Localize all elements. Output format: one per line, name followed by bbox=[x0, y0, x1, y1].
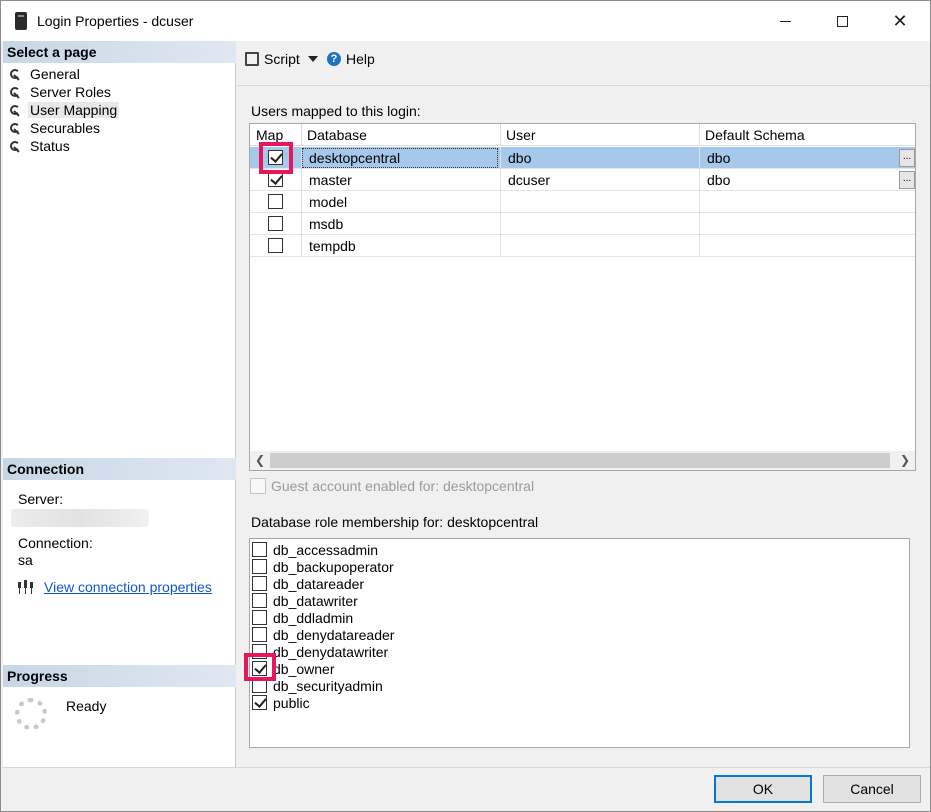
table-row[interactable]: master dcuser dbo ... bbox=[250, 169, 915, 191]
dropdown-arrow-icon[interactable] bbox=[307, 56, 318, 62]
guest-account-label: Guest account enabled for: desktopcentra… bbox=[271, 478, 535, 494]
column-header-user[interactable]: User bbox=[506, 127, 536, 143]
page-nav: General Server Roles User Mapping Secura… bbox=[9, 65, 120, 155]
role-checkbox[interactable] bbox=[252, 576, 267, 591]
role-checkbox[interactable] bbox=[252, 542, 267, 557]
nav-item-user-mapping[interactable]: User Mapping bbox=[9, 101, 120, 119]
progress-header: Progress bbox=[3, 665, 236, 687]
schema-cell[interactable]: dbo bbox=[707, 172, 730, 188]
progress-spinner-icon bbox=[15, 698, 47, 730]
list-item[interactable]: db_accessadmin bbox=[252, 541, 378, 558]
wrench-icon bbox=[9, 86, 21, 98]
nav-item-server-roles[interactable]: Server Roles bbox=[9, 83, 119, 101]
connection-label: Connection: bbox=[18, 535, 93, 551]
list-item[interactable]: db_denydatareader bbox=[252, 626, 394, 643]
role-membership-label: Database role membership for: desktopcen… bbox=[251, 514, 539, 530]
list-item[interactable]: public bbox=[252, 694, 310, 711]
role-membership-list: db_accessadmin db_backupoperator db_data… bbox=[249, 538, 910, 748]
guest-account-checkbox[interactable] bbox=[250, 478, 266, 494]
close-icon: ✕ bbox=[892, 11, 908, 31]
maximize-icon bbox=[836, 15, 848, 27]
left-panel: Select a page General Server Roles User … bbox=[3, 41, 236, 767]
minimize-button[interactable] bbox=[756, 1, 814, 41]
schema-browse-button[interactable]: ... bbox=[899, 171, 915, 189]
server-value-redacted bbox=[11, 509, 149, 527]
scroll-right-icon[interactable]: ❯ bbox=[897, 453, 913, 468]
script-label: Script bbox=[264, 51, 300, 67]
nav-item-status[interactable]: Status bbox=[9, 137, 119, 155]
maximize-button[interactable] bbox=[813, 1, 871, 41]
nav-item-securables[interactable]: Securables bbox=[9, 119, 119, 137]
toolbar: Script ? Help bbox=[237, 41, 930, 77]
table-row[interactable]: model bbox=[250, 191, 915, 213]
column-header-default-schema[interactable]: Default Schema bbox=[705, 127, 805, 143]
server-icon bbox=[15, 12, 27, 30]
select-page-header: Select a page bbox=[3, 41, 236, 63]
ok-button[interactable]: OK bbox=[714, 775, 812, 803]
help-label: Help bbox=[346, 51, 375, 67]
server-label: Server: bbox=[18, 491, 64, 507]
users-mapped-grid: Map Database User Default Schema desktop… bbox=[249, 123, 916, 471]
list-item[interactable]: db_backupoperator bbox=[252, 558, 394, 575]
column-header-map[interactable]: Map bbox=[256, 127, 283, 143]
login-properties-window: Login Properties - dcuser ✕ Select a pag… bbox=[0, 0, 931, 812]
minimize-icon bbox=[779, 20, 791, 22]
cancel-button[interactable]: Cancel bbox=[823, 775, 921, 803]
map-checkbox[interactable] bbox=[268, 194, 283, 209]
list-item[interactable]: db_ddladmin bbox=[252, 609, 353, 626]
map-checkbox[interactable] bbox=[268, 238, 283, 253]
database-cell: tempdb bbox=[309, 238, 356, 254]
database-cell: msdb bbox=[309, 216, 344, 232]
database-cell: desktopcentral bbox=[309, 150, 401, 166]
users-mapped-label: Users mapped to this login: bbox=[251, 103, 421, 119]
table-row[interactable]: msdb bbox=[250, 213, 915, 235]
highlight-box bbox=[259, 142, 293, 174]
list-item[interactable]: db_datawriter bbox=[252, 592, 358, 609]
window-title: Login Properties - dcuser bbox=[37, 13, 194, 29]
nav-item-general[interactable]: General bbox=[9, 65, 119, 83]
role-checkbox[interactable] bbox=[252, 610, 267, 625]
close-button[interactable]: ✕ bbox=[871, 1, 929, 41]
scrollbar-thumb[interactable] bbox=[270, 453, 890, 468]
database-cell: master bbox=[309, 172, 352, 188]
connection-header: Connection bbox=[3, 458, 236, 480]
wrench-icon bbox=[9, 68, 21, 80]
script-icon bbox=[245, 52, 259, 66]
user-cell[interactable]: dbo bbox=[508, 150, 531, 166]
horizontal-scrollbar[interactable]: ❮ ❯ bbox=[250, 451, 915, 470]
script-button[interactable]: Script bbox=[245, 51, 318, 67]
role-checkbox[interactable] bbox=[252, 695, 267, 710]
column-header-database[interactable]: Database bbox=[307, 127, 367, 143]
wrench-icon bbox=[9, 140, 21, 152]
connection-icon bbox=[18, 580, 33, 594]
role-checkbox[interactable] bbox=[252, 627, 267, 642]
scroll-left-icon[interactable]: ❮ bbox=[252, 453, 268, 468]
schema-browse-button[interactable]: ... bbox=[899, 149, 915, 167]
database-cell: model bbox=[309, 194, 348, 210]
view-connection-properties-link[interactable]: View connection properties bbox=[44, 579, 212, 595]
role-checkbox[interactable] bbox=[252, 593, 267, 608]
wrench-icon bbox=[9, 122, 21, 134]
list-item[interactable]: db_datareader bbox=[252, 575, 364, 592]
role-checkbox[interactable] bbox=[252, 559, 267, 574]
highlight-box bbox=[244, 653, 276, 681]
user-cell[interactable]: dcuser bbox=[508, 172, 550, 188]
table-row[interactable]: desktopcentral dbo dbo ... bbox=[250, 147, 915, 169]
grid-header: Map Database User Default Schema bbox=[250, 124, 915, 146]
schema-cell[interactable]: dbo bbox=[707, 150, 730, 166]
connection-value: sa bbox=[18, 552, 33, 568]
table-row[interactable]: tempdb bbox=[250, 235, 915, 257]
map-checkbox[interactable] bbox=[268, 216, 283, 231]
help-button[interactable]: ? Help bbox=[327, 51, 375, 67]
map-checkbox[interactable] bbox=[268, 172, 283, 187]
help-icon: ? bbox=[327, 52, 341, 66]
title-bar: Login Properties - dcuser ✕ bbox=[1, 1, 930, 41]
wrench-icon bbox=[9, 104, 21, 116]
progress-status: Ready bbox=[66, 698, 107, 714]
